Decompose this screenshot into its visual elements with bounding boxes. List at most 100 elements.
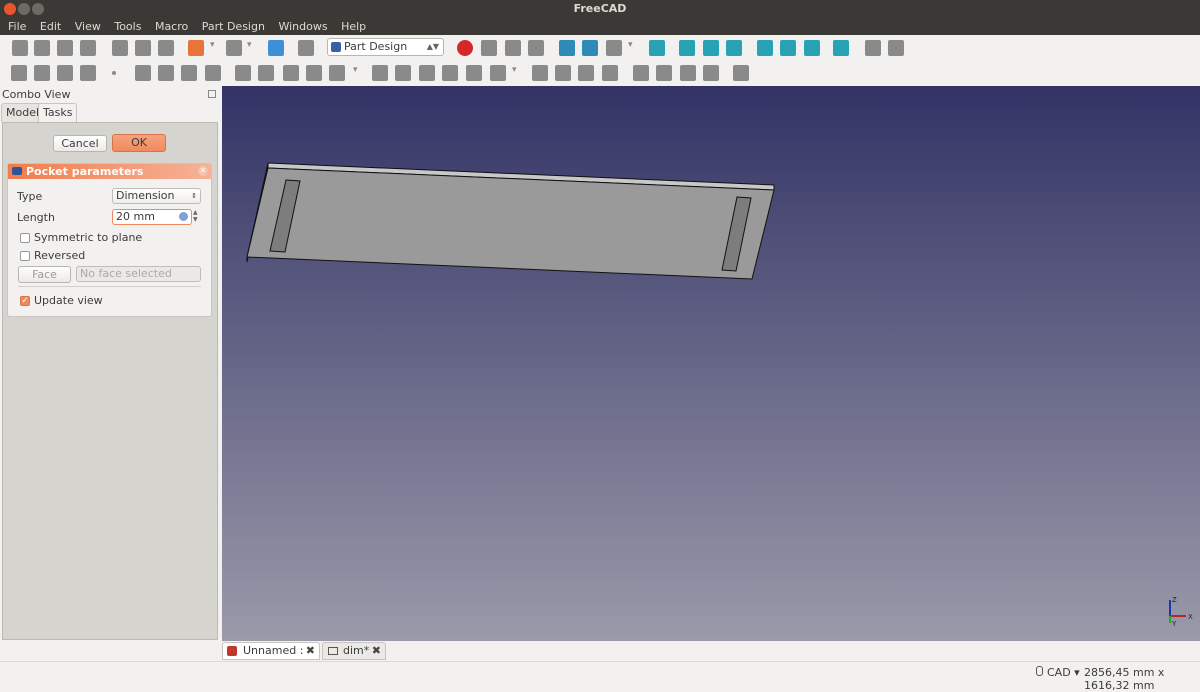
validate-sketch-icon[interactable] xyxy=(57,65,73,81)
multi-transform-icon[interactable] xyxy=(602,65,618,81)
subtractive-pipe-icon[interactable] xyxy=(466,65,482,81)
new-file-icon[interactable] xyxy=(12,40,28,56)
close-window-icon[interactable] xyxy=(4,3,16,15)
macro-record-icon[interactable] xyxy=(457,40,473,56)
menu-part-design[interactable]: Part Design xyxy=(202,18,265,33)
menu-tools[interactable]: Tools xyxy=(114,18,141,33)
additive-primitive-icon[interactable] xyxy=(329,65,345,81)
datum-plane-icon[interactable] xyxy=(158,65,174,81)
close-tab-icon[interactable]: ✖ xyxy=(306,643,315,659)
boolean-icon[interactable] xyxy=(733,65,749,81)
cut-icon[interactable] xyxy=(112,40,128,56)
workbench-selector[interactable]: Part Design ▲▼ xyxy=(327,38,444,56)
window-title: FreeCAD xyxy=(573,2,627,15)
refresh-icon[interactable] xyxy=(268,40,284,56)
menu-bar: File Edit View Tools Macro Part Design W… xyxy=(0,18,1200,35)
view-right-icon[interactable] xyxy=(726,40,742,56)
macro-run-icon[interactable] xyxy=(528,40,544,56)
tab-tasks[interactable]: Tasks xyxy=(38,103,78,122)
undo-icon[interactable] xyxy=(188,40,204,56)
view-front-icon[interactable] xyxy=(679,40,695,56)
redo-dropdown-icon[interactable]: ▾ xyxy=(247,40,255,56)
revolution-icon[interactable] xyxy=(258,65,274,81)
draw-style-dropdown-icon[interactable]: ▾ xyxy=(628,40,636,56)
menu-file[interactable]: File xyxy=(8,18,26,33)
subtractive-dropdown-icon[interactable]: ▾ xyxy=(512,65,520,81)
datum-point-icon[interactable] xyxy=(112,71,116,75)
fit-selection-icon[interactable] xyxy=(582,40,598,56)
expression-icon[interactable] xyxy=(179,212,188,221)
hole-icon[interactable] xyxy=(395,65,411,81)
macro-stop-icon[interactable] xyxy=(481,40,497,56)
length-input[interactable]: 20 mm xyxy=(112,209,192,225)
length-spinner[interactable]: ▲ ▼ xyxy=(193,209,202,225)
dimensions-readout: 2856,45 mm x 1616,32 mm xyxy=(1084,666,1165,692)
update-view-checkbox[interactable]: ✓ xyxy=(20,296,30,306)
linear-pattern-icon[interactable] xyxy=(555,65,571,81)
polar-pattern-icon[interactable] xyxy=(578,65,594,81)
doc-tab-unnamed[interactable]: Unnamed : 1*✖ xyxy=(222,642,320,673)
folder-icon[interactable] xyxy=(888,40,904,56)
view-rear-icon[interactable] xyxy=(757,40,773,56)
whats-this-icon[interactable] xyxy=(298,40,314,56)
macro-edit-icon[interactable] xyxy=(505,40,521,56)
draw-style-icon[interactable] xyxy=(606,40,622,56)
pad-icon[interactable] xyxy=(235,65,251,81)
copy-icon[interactable] xyxy=(135,40,151,56)
mirrored-icon[interactable] xyxy=(532,65,548,81)
minimize-window-icon[interactable] xyxy=(18,3,30,15)
map-sketch-icon[interactable] xyxy=(80,65,96,81)
draft-icon[interactable] xyxy=(680,65,696,81)
toolbar-row-2: ▾ ▾ xyxy=(0,60,1200,86)
pocket-icon[interactable] xyxy=(372,65,388,81)
save-icon[interactable] xyxy=(57,40,73,56)
groove-icon[interactable] xyxy=(419,65,435,81)
subtractive-loft-icon[interactable] xyxy=(442,65,458,81)
clone-icon[interactable] xyxy=(205,65,221,81)
fit-all-icon[interactable] xyxy=(559,40,575,56)
print-icon[interactable] xyxy=(80,40,96,56)
paste-icon[interactable] xyxy=(158,40,174,56)
collapse-icon[interactable]: ✕ xyxy=(198,166,208,176)
reversed-checkbox[interactable] xyxy=(20,251,30,261)
loft-icon[interactable] xyxy=(283,65,299,81)
face-button[interactable]: Face xyxy=(18,266,71,283)
close-tab-icon[interactable]: ✖ xyxy=(372,643,381,659)
subtractive-primitive-icon[interactable] xyxy=(490,65,506,81)
menu-view[interactable]: View xyxy=(75,18,101,33)
symmetric-checkbox[interactable] xyxy=(20,233,30,243)
3d-view[interactable]: Z X Y xyxy=(222,86,1200,641)
thickness-icon[interactable] xyxy=(703,65,719,81)
open-file-icon[interactable] xyxy=(34,40,50,56)
view-top-icon[interactable] xyxy=(703,40,719,56)
face-field[interactable]: No face selected xyxy=(76,266,201,282)
part-icon[interactable] xyxy=(865,40,881,56)
undo-dropdown-icon[interactable]: ▾ xyxy=(210,40,218,56)
menu-help[interactable]: Help xyxy=(341,18,366,33)
additive-dropdown-icon[interactable]: ▾ xyxy=(353,65,361,81)
axis-cross: Z X Y xyxy=(1169,596,1193,626)
datum-line-icon[interactable] xyxy=(135,65,151,81)
menu-edit[interactable]: Edit xyxy=(40,18,61,33)
view-bottom-icon[interactable] xyxy=(780,40,796,56)
float-panel-icon[interactable] xyxy=(208,90,216,98)
status-bar: CAD ▾ 2856,45 mm x 1616,32 mm xyxy=(0,661,1200,692)
maximize-window-icon[interactable] xyxy=(32,3,44,15)
redo-icon[interactable] xyxy=(226,40,242,56)
cancel-button[interactable]: Cancel xyxy=(53,135,107,152)
menu-macro[interactable]: Macro xyxy=(155,18,188,33)
measure-icon[interactable] xyxy=(833,40,849,56)
type-select[interactable]: Dimension ⇕ xyxy=(112,188,201,204)
view-isometric-icon[interactable] xyxy=(649,40,665,56)
create-body-icon[interactable] xyxy=(11,65,27,81)
ok-button[interactable]: OK xyxy=(112,134,166,152)
doc-tab-dim[interactable]: dim* ✖ xyxy=(322,642,386,660)
menu-windows[interactable]: Windows xyxy=(278,18,327,33)
shape-binder-icon[interactable] xyxy=(181,65,197,81)
pipe-icon[interactable] xyxy=(306,65,322,81)
create-sketch-icon[interactable] xyxy=(34,65,50,81)
navigation-style[interactable]: CAD ▾ xyxy=(1047,666,1080,679)
view-left-icon[interactable] xyxy=(804,40,820,56)
chamfer-icon[interactable] xyxy=(656,65,672,81)
fillet-icon[interactable] xyxy=(633,65,649,81)
